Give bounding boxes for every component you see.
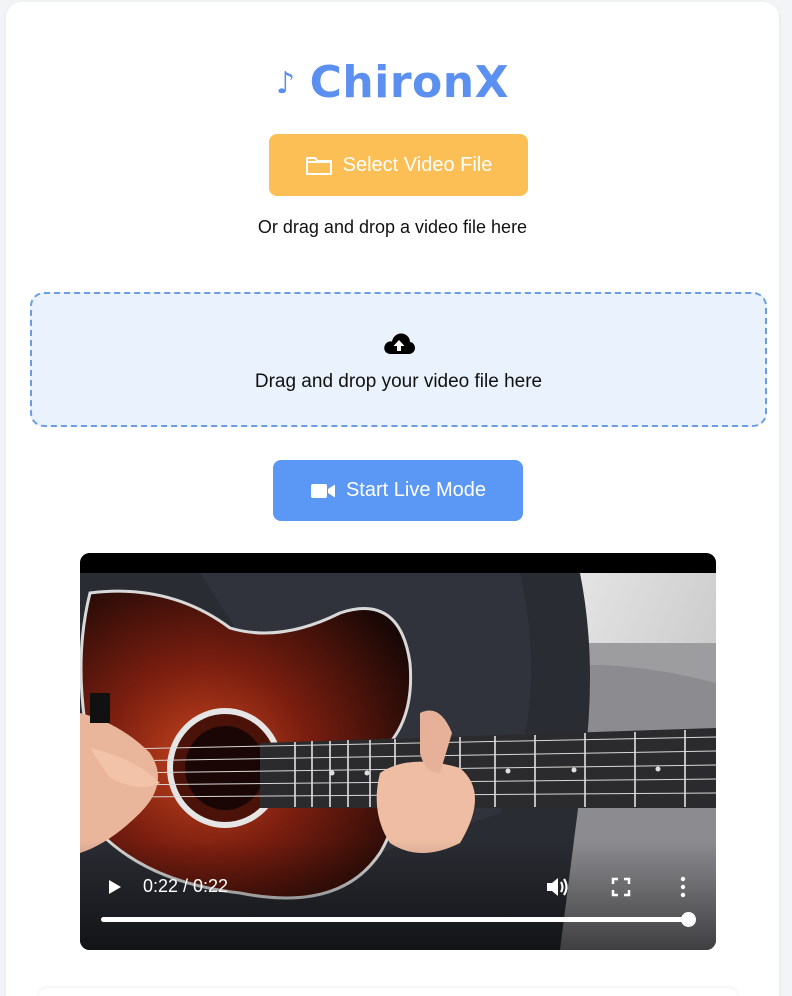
volume-icon[interactable] xyxy=(545,875,571,899)
select-video-button[interactable]: Select Video File xyxy=(269,134,528,196)
select-video-label: Select Video File xyxy=(342,153,493,176)
video-camera-icon xyxy=(310,483,335,498)
time-display: 0:22 / 0:22 xyxy=(143,876,229,896)
progress-fill xyxy=(101,917,689,922)
fullscreen-icon[interactable] xyxy=(611,877,631,897)
start-live-mode-label: Start Live Mode xyxy=(345,479,487,501)
cloud-upload-icon xyxy=(383,333,415,354)
video-player[interactable]: 0:22 / 0:22 xyxy=(80,553,716,950)
play-icon[interactable] xyxy=(104,877,124,897)
folder-icon xyxy=(305,157,332,175)
video-progress-bar[interactable] xyxy=(101,912,696,927)
app-title-text: ChironX xyxy=(309,57,510,108)
next-card-edge xyxy=(38,988,738,996)
app-title: ♪ ChironX xyxy=(6,54,779,113)
dropzone-label: Drag and drop your video file here xyxy=(254,371,543,392)
main-card: ♪ ChironX Select Video File Or drag and d… xyxy=(6,2,779,996)
more-vert-icon[interactable] xyxy=(676,875,690,899)
music-note-icon: ♪ xyxy=(275,66,296,101)
drag-drop-hint: Or drag and drop a video file here xyxy=(257,217,528,237)
progress-thumb[interactable] xyxy=(681,912,696,927)
video-dropzone[interactable]: Drag and drop your video file here xyxy=(30,292,767,427)
start-live-mode-button[interactable]: Start Live Mode xyxy=(273,460,523,521)
